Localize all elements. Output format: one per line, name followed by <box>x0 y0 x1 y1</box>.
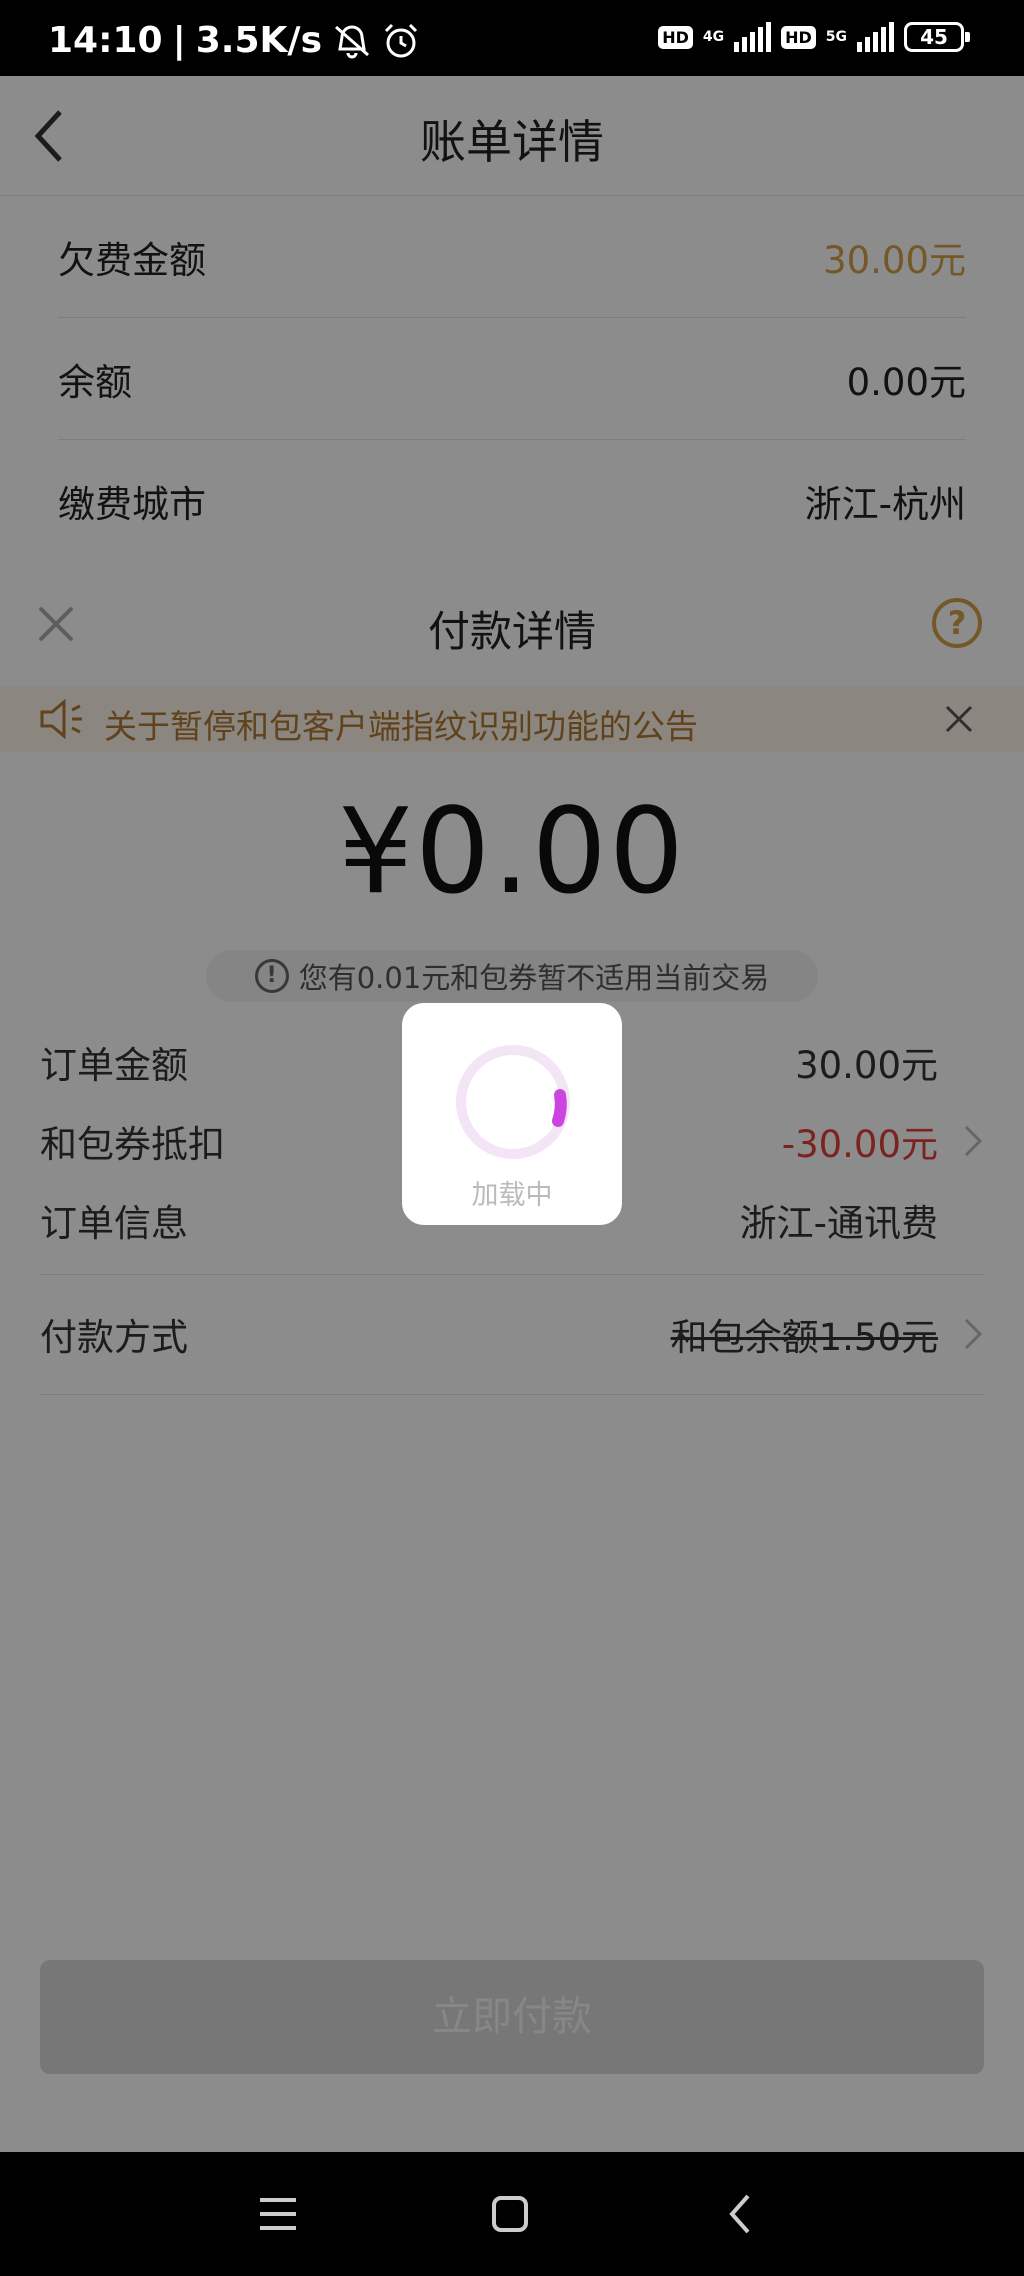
spinner-icon <box>456 1045 570 1159</box>
battery-icon: 45 <box>904 22 970 52</box>
hd-badge: HD <box>658 25 693 49</box>
signal-icon <box>857 22 894 52</box>
back-icon[interactable] <box>716 2188 768 2240</box>
loading-toast: 加载中 <box>402 1003 622 1225</box>
alarm-icon <box>384 23 418 57</box>
net-type: 4G <box>702 29 725 45</box>
clock: 14:10 <box>48 20 163 61</box>
status-bar: 14:10 | 3.5K/s HD 4G HD 5G 45 <box>0 0 1024 76</box>
mute-icon <box>335 25 369 58</box>
status-left: 14:10 | 3.5K/s <box>48 20 420 61</box>
loading-text: 加载中 <box>471 1180 553 1211</box>
net-type: 5G <box>825 29 847 45</box>
network-speed: 3.5K/s <box>195 20 322 61</box>
signal-icon <box>734 22 772 52</box>
menu-icon[interactable] <box>252 2188 304 2240</box>
hd-badge: HD <box>781 25 816 49</box>
separator: | <box>172 20 186 61</box>
navigation-bar <box>0 2152 1024 2276</box>
status-right: HD 4G HD 5G 45 <box>658 22 970 52</box>
home-icon[interactable] <box>484 2188 536 2240</box>
